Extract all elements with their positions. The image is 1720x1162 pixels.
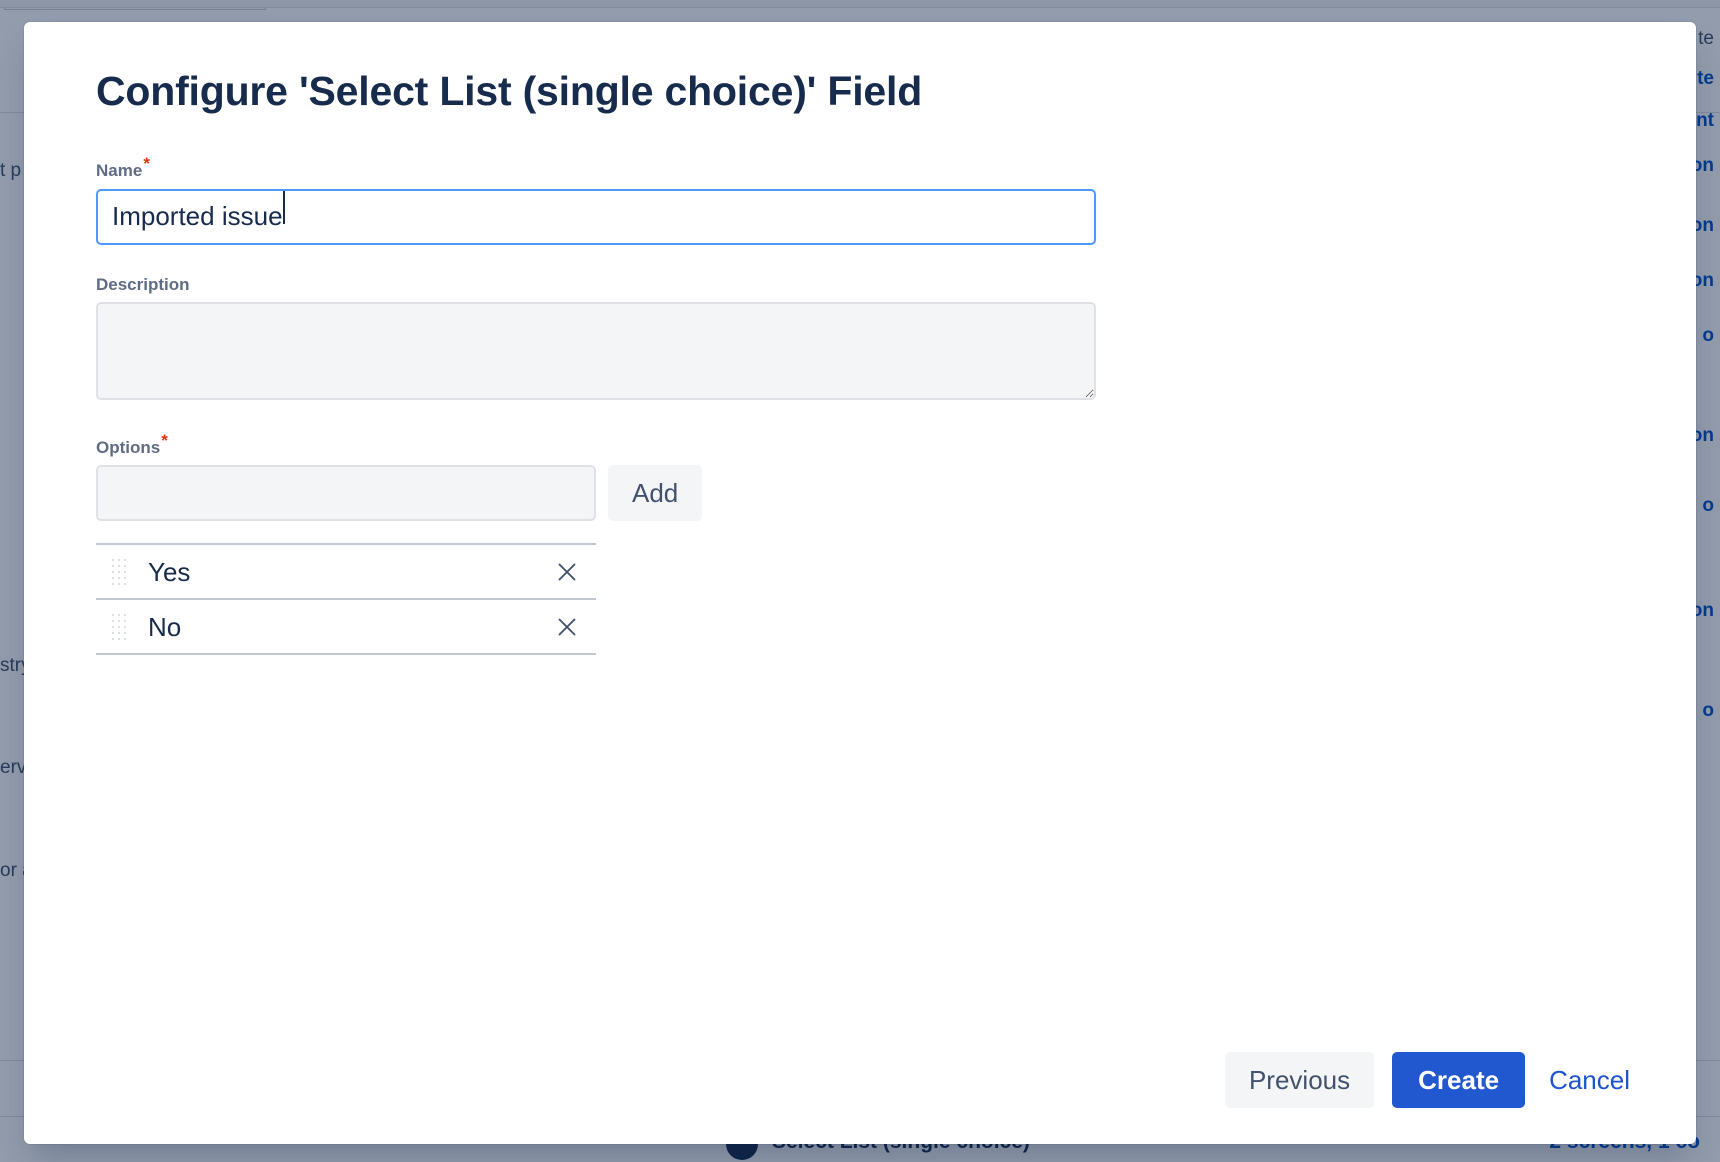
- close-icon[interactable]: [550, 610, 584, 644]
- options-list: Yes No: [96, 543, 596, 656]
- description-label: Description: [96, 274, 190, 294]
- options-label-text: Options: [96, 437, 161, 457]
- options-required-asterisk: *: [161, 431, 168, 451]
- text-cursor: [283, 191, 285, 225]
- cancel-link[interactable]: Cancel: [1543, 1065, 1636, 1096]
- add-option-button[interactable]: Add: [608, 465, 703, 522]
- new-option-input[interactable]: [96, 465, 596, 522]
- option-list-item[interactable]: Yes: [96, 545, 596, 601]
- option-label: Yes: [148, 556, 191, 587]
- name-label-text: Name: [96, 161, 143, 181]
- drag-handle-icon[interactable]: [110, 611, 130, 642]
- option-list-item[interactable]: No: [96, 600, 596, 656]
- dialog-body: Configure 'Select List (single choice)' …: [24, 22, 1696, 1144]
- name-field-group: Name*: [96, 155, 1636, 245]
- name-label: Name*: [96, 155, 1636, 181]
- drag-handle-icon[interactable]: [110, 556, 130, 587]
- description-field-group: Description: [96, 275, 1636, 400]
- dialog-footer: Previous Create Cancel: [1224, 1016, 1636, 1144]
- name-required-asterisk: *: [143, 154, 150, 174]
- dialog-title: Configure 'Select List (single choice)' …: [96, 68, 923, 114]
- options-label: Options*: [96, 432, 1636, 458]
- options-field-group: Options* Add Yes No: [96, 432, 1636, 656]
- add-option-row: Add: [96, 465, 1636, 522]
- create-button[interactable]: Create: [1392, 1052, 1526, 1108]
- name-input[interactable]: [96, 188, 1096, 245]
- previous-button[interactable]: Previous: [1224, 1052, 1375, 1108]
- close-icon[interactable]: [550, 555, 584, 589]
- page-root: t p stry erv or a te te nt on on on o on…: [0, 0, 1720, 1162]
- option-label: No: [148, 611, 182, 642]
- configure-field-dialog: Configure 'Select List (single choice)' …: [24, 22, 1696, 1144]
- description-textarea[interactable]: [96, 301, 1096, 400]
